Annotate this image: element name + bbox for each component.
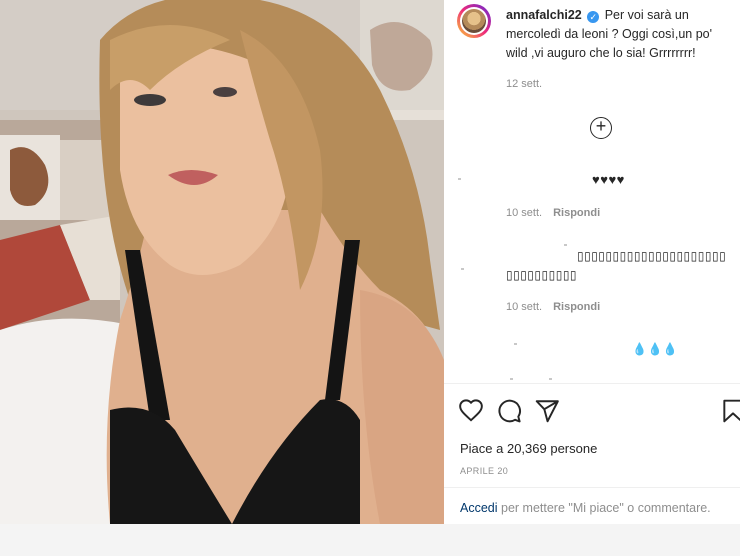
redacted-username [549,378,552,380]
reply-button[interactable]: Rispondi [553,207,600,219]
comment-text: ♥♥♥♥ [592,172,625,187]
instagram-post: annafalchi22 ✓ Per voi sarà un mercoledì… [0,0,740,524]
post-photo-image [0,0,444,524]
likes-count[interactable]: Piace a 20,369 persone [460,441,597,456]
caption-age: 12 sett. [506,78,543,90]
login-prompt-rest: per mettere "Mi piace" o commentare. [497,501,711,515]
redacted-username [514,343,517,345]
verified-badge-icon: ✓ [587,11,600,23]
comment-icon[interactable] [496,398,522,424]
post-date[interactable]: APRILE 20 [460,466,508,476]
post-side-panel: annafalchi22 ✓ Per voi sarà un mercoledì… [444,0,740,524]
reply-button[interactable]: Rispondi [553,301,600,313]
comment-text-continued: ▯▯▯▯▯▯▯▯▯▯ [506,268,578,282]
load-more-comments-icon[interactable]: + [590,117,612,139]
comment-text: 💧💧💧 [632,342,679,356]
comment-age: 10 sett. [506,207,543,219]
avatar[interactable] [457,4,491,38]
post-actions: Piace a 20,369 persone APRILE 20 Accedi … [444,383,740,525]
avatar-image [462,9,486,33]
post-caption: annafalchi22 ✓ Per voi sarà un mercoledì… [506,6,732,63]
comment-age: 10 sett. [506,301,543,313]
comment-meta: 10 sett. Rispondi [506,207,600,219]
redacted-username [461,268,464,270]
comment-text: ▯▯▯▯▯▯▯▯▯▯▯▯▯▯▯▯▯▯▯▯▯ [577,249,727,263]
login-prompt: Accedi per mettere "Mi piace" o commenta… [444,487,740,526]
share-icon[interactable] [534,398,560,424]
bookmark-icon[interactable] [720,398,740,424]
comments-list[interactable]: annafalchi22 ✓ Per voi sarà un mercoledì… [444,0,740,382]
comment-meta: 10 sett. Rispondi [506,301,600,313]
redacted-username [564,244,567,246]
redacted-username [510,378,513,380]
login-link[interactable]: Accedi [460,501,498,515]
heart-icon[interactable] [458,398,484,424]
username-link[interactable]: annafalchi22 [506,8,582,22]
login-prompt-text: Accedi per mettere "Mi piace" o commenta… [460,501,711,515]
redacted-username [458,178,461,180]
post-photo[interactable] [0,0,444,524]
